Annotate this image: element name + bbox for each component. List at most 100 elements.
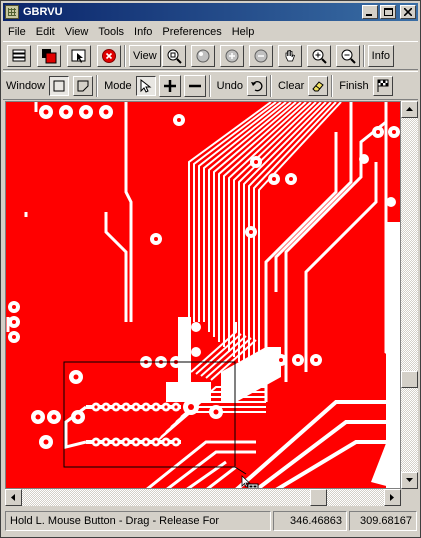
main-toolbar: View Info xyxy=(3,41,418,70)
menu-tools[interactable]: Tools xyxy=(93,26,129,38)
mode-label: Mode xyxy=(104,79,132,92)
scroll-down-button[interactable] xyxy=(401,472,418,489)
plus-icon xyxy=(163,79,176,92)
connector-pad-hole xyxy=(114,405,118,409)
menu-help[interactable]: Help xyxy=(227,26,260,38)
magnifier-plus-icon xyxy=(312,49,327,64)
globe-minus-icon xyxy=(254,49,268,62)
cursor-x-coordinate: 346.46863 xyxy=(273,511,347,531)
window-label: Window xyxy=(6,79,46,92)
toolbar-separator xyxy=(362,44,365,67)
close-window-button[interactable] xyxy=(400,5,416,19)
info-label[interactable]: Info xyxy=(367,44,395,67)
window-polygon-button[interactable] xyxy=(73,75,94,96)
pan-view-button[interactable] xyxy=(190,44,215,67)
menu-info[interactable]: Info xyxy=(129,26,157,38)
connector-pad-hole xyxy=(164,440,168,444)
finish-button[interactable] xyxy=(372,75,393,96)
vertical-scrollbar[interactable] xyxy=(401,101,418,489)
scroll-left-button[interactable] xyxy=(5,489,22,506)
minus-icon xyxy=(188,84,201,87)
undo-button[interactable] xyxy=(246,75,267,96)
toolbar-separator xyxy=(96,74,99,97)
connector-row-top xyxy=(91,402,181,412)
window-pointer-icon xyxy=(71,49,86,63)
horizontal-scrollbar[interactable] xyxy=(5,489,401,506)
connector-pad-hole xyxy=(104,440,108,444)
mode-select-button[interactable] xyxy=(135,75,156,96)
connector-pad-hole xyxy=(134,440,138,444)
window-drag-cursor-icon xyxy=(241,475,259,488)
app-window: GBRVU File Edit View Tools Info Preferen… xyxy=(0,0,421,538)
arrow-right-icon xyxy=(390,494,394,501)
zoom-fit-button[interactable] xyxy=(161,44,186,67)
connector-pad-hole xyxy=(124,405,128,409)
layers-icon xyxy=(12,49,26,61)
minimize-button[interactable] xyxy=(362,5,378,19)
connector-pad-hole xyxy=(134,405,138,409)
connector-pad-hole xyxy=(154,440,158,444)
mode-subtract-button[interactable] xyxy=(183,74,206,97)
close-icon xyxy=(404,8,412,16)
window-rect-button[interactable] xyxy=(49,75,70,96)
zoom-in-button[interactable] xyxy=(306,44,331,67)
scroll-right-button[interactable] xyxy=(384,489,401,506)
layers-button[interactable] xyxy=(7,44,31,67)
edit-toolbar: Window Mode Undo Clear Finish xyxy=(3,71,418,100)
hand-icon xyxy=(285,49,295,61)
polygon-icon xyxy=(77,80,89,91)
arrow-left-icon xyxy=(11,494,15,501)
connector-pad-hole xyxy=(154,405,158,409)
horizontal-scroll-thumb[interactable] xyxy=(310,489,327,506)
arrow-up-icon xyxy=(406,107,413,111)
scrollbar-corner xyxy=(401,489,418,506)
zoom-in-view-button[interactable] xyxy=(219,44,244,67)
color-button[interactable] xyxy=(37,44,61,67)
menu-edit[interactable]: Edit xyxy=(31,26,60,38)
toolbar-separator xyxy=(208,74,211,97)
menu-view[interactable]: View xyxy=(60,26,94,38)
connector-pad-hole xyxy=(144,405,148,409)
toolbar-separator xyxy=(331,74,334,97)
magnifier-minus-icon xyxy=(341,49,356,64)
hand-pan-button[interactable] xyxy=(277,44,302,67)
connector-pad-hole xyxy=(104,405,108,409)
clear-button[interactable] xyxy=(308,75,329,96)
stop-button[interactable] xyxy=(97,44,121,67)
connector-pad-hole xyxy=(94,440,98,444)
connector-row-bottom xyxy=(91,437,181,447)
zoom-out-button[interactable] xyxy=(335,44,360,67)
toolbar-separator xyxy=(124,44,126,67)
scroll-up-button[interactable] xyxy=(401,101,418,118)
minimize-icon xyxy=(366,14,372,16)
status-bar: Hold L. Mouse Button - Drag - Release Fo… xyxy=(3,509,418,533)
color-layers-icon xyxy=(42,48,57,63)
undo-label: Undo xyxy=(216,79,243,92)
undo-arrow-icon xyxy=(250,80,263,91)
globe-plus-icon xyxy=(225,49,239,62)
globe-icon xyxy=(196,49,210,62)
eraser-icon xyxy=(312,80,324,91)
vertical-scroll-thumb[interactable] xyxy=(401,371,418,388)
status-message: Hold L. Mouse Button - Drag - Release Fo… xyxy=(5,511,271,531)
view-label: View xyxy=(129,44,161,67)
cursor-y-coordinate: 309.68167 xyxy=(349,511,417,531)
toolbar-separator xyxy=(269,74,272,97)
mode-add-button[interactable] xyxy=(158,74,181,97)
gerber-canvas[interactable] xyxy=(5,101,401,489)
arrow-down-icon xyxy=(406,478,413,482)
title-bar: GBRVU xyxy=(3,3,418,21)
menu-bar: File Edit View Tools Info Preferences He… xyxy=(3,22,418,41)
menu-file[interactable]: File xyxy=(3,26,31,38)
zoom-fit-icon xyxy=(167,49,182,64)
clear-label: Clear xyxy=(277,79,305,92)
maximize-button[interactable] xyxy=(380,5,396,19)
checkered-flag-icon xyxy=(377,79,389,92)
connector-pad-hole xyxy=(124,440,128,444)
menu-preferences[interactable]: Preferences xyxy=(157,26,226,38)
zoom-out-view-button[interactable] xyxy=(248,44,273,67)
connector-pad-hole xyxy=(164,405,168,409)
stop-icon xyxy=(102,48,116,63)
select-item-button[interactable] xyxy=(67,44,91,67)
connector-pad-hole xyxy=(94,405,98,409)
